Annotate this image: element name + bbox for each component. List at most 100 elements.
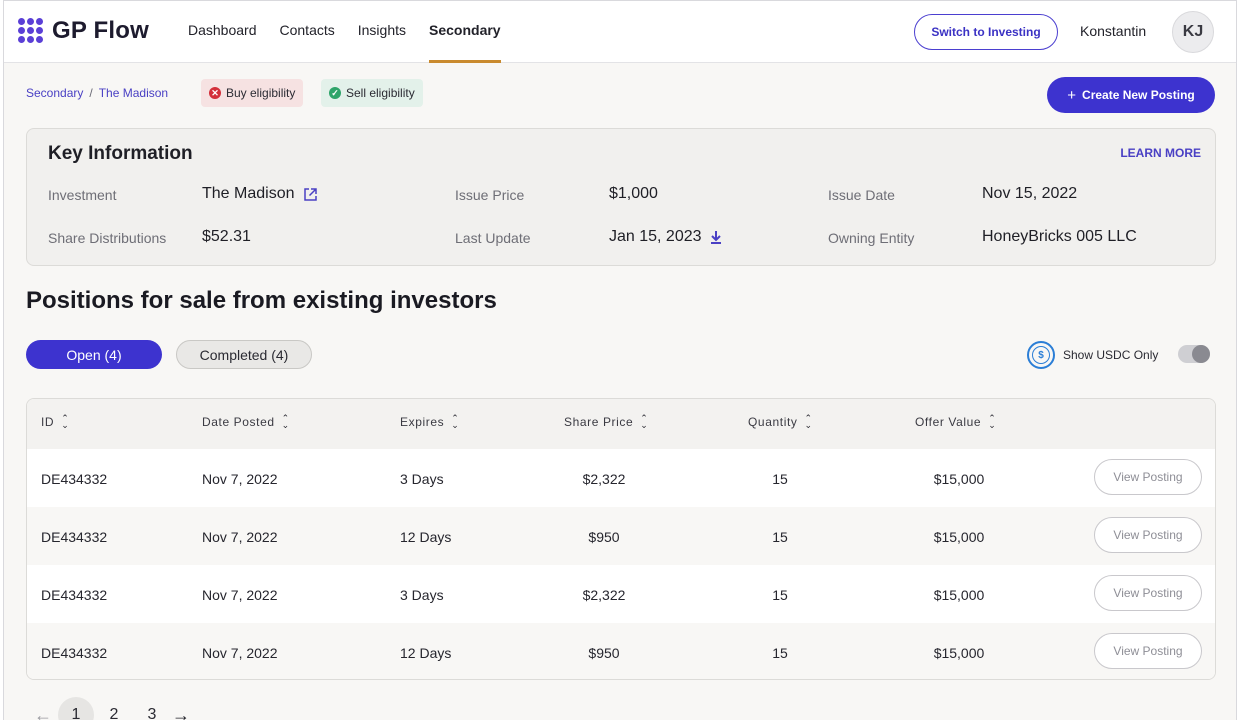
row-share-price: $2,322 bbox=[582, 471, 626, 487]
share-distributions-value: $52.31 bbox=[202, 228, 251, 245]
page-1[interactable]: 1 bbox=[58, 697, 94, 720]
table-header: ID ⌃ ⌄ Date Posted ⌃ ⌄ Expires ⌃ ⌄ Share Price… bbox=[27, 399, 1215, 449]
table-row: DE434332 Nov 7, 2022 12 Days $950 15 $15… bbox=[27, 507, 1215, 565]
positions-title: Positions for sale from existing investo… bbox=[26, 287, 497, 314]
row-offer-value: $15,000 bbox=[933, 471, 985, 487]
next-page-arrow-icon[interactable]: → bbox=[172, 705, 196, 720]
nav-contacts[interactable]: Contacts bbox=[280, 1, 335, 63]
row-quantity: 15 bbox=[772, 529, 788, 545]
row-expires: 12 Days bbox=[400, 645, 452, 661]
issue-price-label: Issue Price bbox=[455, 187, 525, 203]
sort-icon[interactable]: ⌃ ⌄ bbox=[988, 414, 996, 430]
table-row: DE434332 Nov 7, 2022 3 Days $2,322 15 $1… bbox=[27, 565, 1215, 623]
row-share-price: $950 bbox=[588, 529, 620, 545]
buy-eligibility-label: Buy eligibility bbox=[226, 86, 296, 100]
user-name[interactable]: Konstantin bbox=[1080, 23, 1146, 39]
usdc-coin-icon: $ bbox=[1027, 341, 1055, 369]
sort-icon[interactable]: ⌃ ⌄ bbox=[640, 414, 648, 430]
last-update-value-text: Jan 15, 2023 bbox=[609, 228, 702, 245]
external-link-icon[interactable] bbox=[303, 187, 318, 202]
usdc-filter-label: Show USDC Only bbox=[1063, 348, 1159, 362]
view-posting-button[interactable]: View Posting bbox=[1094, 459, 1202, 495]
main-nav: Dashboard Contacts Insights Secondary bbox=[188, 1, 524, 63]
page-3[interactable]: 3 bbox=[134, 697, 170, 720]
sort-icon[interactable]: ⌃ ⌄ bbox=[805, 414, 813, 430]
investment-value[interactable]: The Madison bbox=[202, 185, 318, 203]
row-expires: 3 Days bbox=[400, 471, 444, 487]
logo-dots-icon bbox=[18, 18, 44, 44]
buy-eligibility-badge: ✕ Buy eligibility bbox=[201, 79, 304, 107]
nav-secondary[interactable]: Secondary bbox=[429, 1, 501, 63]
last-update-value: Jan 15, 2023 bbox=[609, 228, 722, 246]
usdc-dollar-symbol: $ bbox=[1032, 346, 1050, 364]
column-header-expires[interactable]: Expires ⌃ ⌄ bbox=[400, 414, 459, 430]
previous-page-arrow-icon[interactable]: ← bbox=[34, 705, 58, 720]
row-offer-value: $15,000 bbox=[933, 645, 985, 661]
row-expires: 12 Days bbox=[400, 529, 452, 545]
x-circle-icon: ✕ bbox=[209, 87, 221, 99]
switch-to-investing-button[interactable]: Switch to Investing bbox=[914, 14, 1058, 50]
row-expires: 3 Days bbox=[400, 587, 444, 603]
row-offer-value: $15,000 bbox=[933, 529, 985, 545]
column-header-share-price[interactable]: Share Price ⌃ ⌄ bbox=[564, 414, 648, 430]
download-icon[interactable] bbox=[710, 230, 722, 244]
breadcrumb: Secondary / The Madison bbox=[26, 86, 168, 100]
issue-date-label: Issue Date bbox=[828, 187, 895, 203]
view-posting-button[interactable]: View Posting bbox=[1094, 575, 1202, 611]
tab-completed[interactable]: Completed (4) bbox=[176, 340, 312, 369]
share-distributions-label: Share Distributions bbox=[48, 230, 167, 246]
sort-icon[interactable]: ⌃ ⌄ bbox=[61, 414, 69, 430]
nav-insights[interactable]: Insights bbox=[358, 1, 406, 63]
row-date-posted: Nov 7, 2022 bbox=[202, 529, 278, 545]
investment-label: Investment bbox=[48, 187, 117, 203]
learn-more-link[interactable]: LEARN MORE bbox=[1120, 146, 1201, 160]
app-name: GP Flow bbox=[52, 17, 149, 44]
breadcrumb-separator: / bbox=[89, 86, 93, 100]
row-id: DE434332 bbox=[41, 645, 108, 661]
row-id: DE434332 bbox=[41, 471, 108, 487]
table-row: DE434332 Nov 7, 2022 3 Days $2,322 15 $1… bbox=[27, 449, 1215, 507]
owning-entity-label: Owning Entity bbox=[828, 230, 915, 246]
view-posting-button[interactable]: View Posting bbox=[1094, 517, 1202, 553]
key-information-card: Key Information LEARN MORE Investment Th… bbox=[26, 128, 1216, 266]
avatar[interactable]: KJ bbox=[1172, 11, 1214, 53]
row-quantity: 15 bbox=[772, 471, 788, 487]
row-id: DE434332 bbox=[41, 587, 108, 603]
column-header-quantity-label: Quantity bbox=[748, 415, 798, 429]
column-header-date-posted-label: Date Posted bbox=[202, 415, 275, 429]
column-header-id[interactable]: ID ⌃ ⌄ bbox=[41, 414, 69, 430]
sort-icon[interactable]: ⌃ ⌄ bbox=[282, 414, 290, 430]
row-offer-value: $15,000 bbox=[933, 587, 985, 603]
column-header-offer-value[interactable]: Offer Value ⌃ ⌄ bbox=[915, 414, 996, 430]
key-information-title: Key Information bbox=[48, 143, 193, 164]
create-new-posting-label: Create New Posting bbox=[1082, 88, 1195, 102]
row-share-price: $2,322 bbox=[582, 587, 626, 603]
positions-table: ID ⌃ ⌄ Date Posted ⌃ ⌄ Expires ⌃ ⌄ Share Price… bbox=[26, 398, 1216, 680]
page-2[interactable]: 2 bbox=[96, 697, 132, 720]
row-quantity: 15 bbox=[772, 587, 788, 603]
tab-open[interactable]: Open (4) bbox=[26, 340, 162, 369]
usdc-only-toggle[interactable] bbox=[1178, 345, 1210, 363]
row-share-price: $950 bbox=[588, 645, 620, 661]
nav-dashboard[interactable]: Dashboard bbox=[188, 1, 257, 63]
row-id: DE434332 bbox=[41, 529, 108, 545]
pagination: ← 1 2 3 → bbox=[34, 697, 196, 720]
column-header-date-posted[interactable]: Date Posted ⌃ ⌄ bbox=[202, 414, 290, 430]
table-row: DE434332 Nov 7, 2022 12 Days $950 15 $15… bbox=[27, 623, 1215, 679]
sell-eligibility-badge: ✓ Sell eligibility bbox=[321, 79, 423, 107]
row-date-posted: Nov 7, 2022 bbox=[202, 645, 278, 661]
check-circle-icon: ✓ bbox=[329, 87, 341, 99]
sort-icon[interactable]: ⌃ ⌄ bbox=[451, 414, 459, 430]
app-window: GP Flow Dashboard Contacts Insights Seco… bbox=[3, 0, 1237, 720]
plus-icon: + bbox=[1067, 86, 1077, 104]
breadcrumb-current[interactable]: The Madison bbox=[99, 86, 168, 100]
breadcrumb-root-link[interactable]: Secondary bbox=[26, 86, 83, 100]
last-update-label: Last Update bbox=[455, 230, 531, 246]
view-posting-button[interactable]: View Posting bbox=[1094, 633, 1202, 669]
row-date-posted: Nov 7, 2022 bbox=[202, 587, 278, 603]
column-header-quantity[interactable]: Quantity ⌃ ⌄ bbox=[748, 414, 813, 430]
row-date-posted: Nov 7, 2022 bbox=[202, 471, 278, 487]
logo[interactable]: GP Flow bbox=[18, 17, 149, 45]
investment-value-text: The Madison bbox=[202, 185, 295, 202]
create-new-posting-button[interactable]: + Create New Posting bbox=[1047, 77, 1215, 113]
